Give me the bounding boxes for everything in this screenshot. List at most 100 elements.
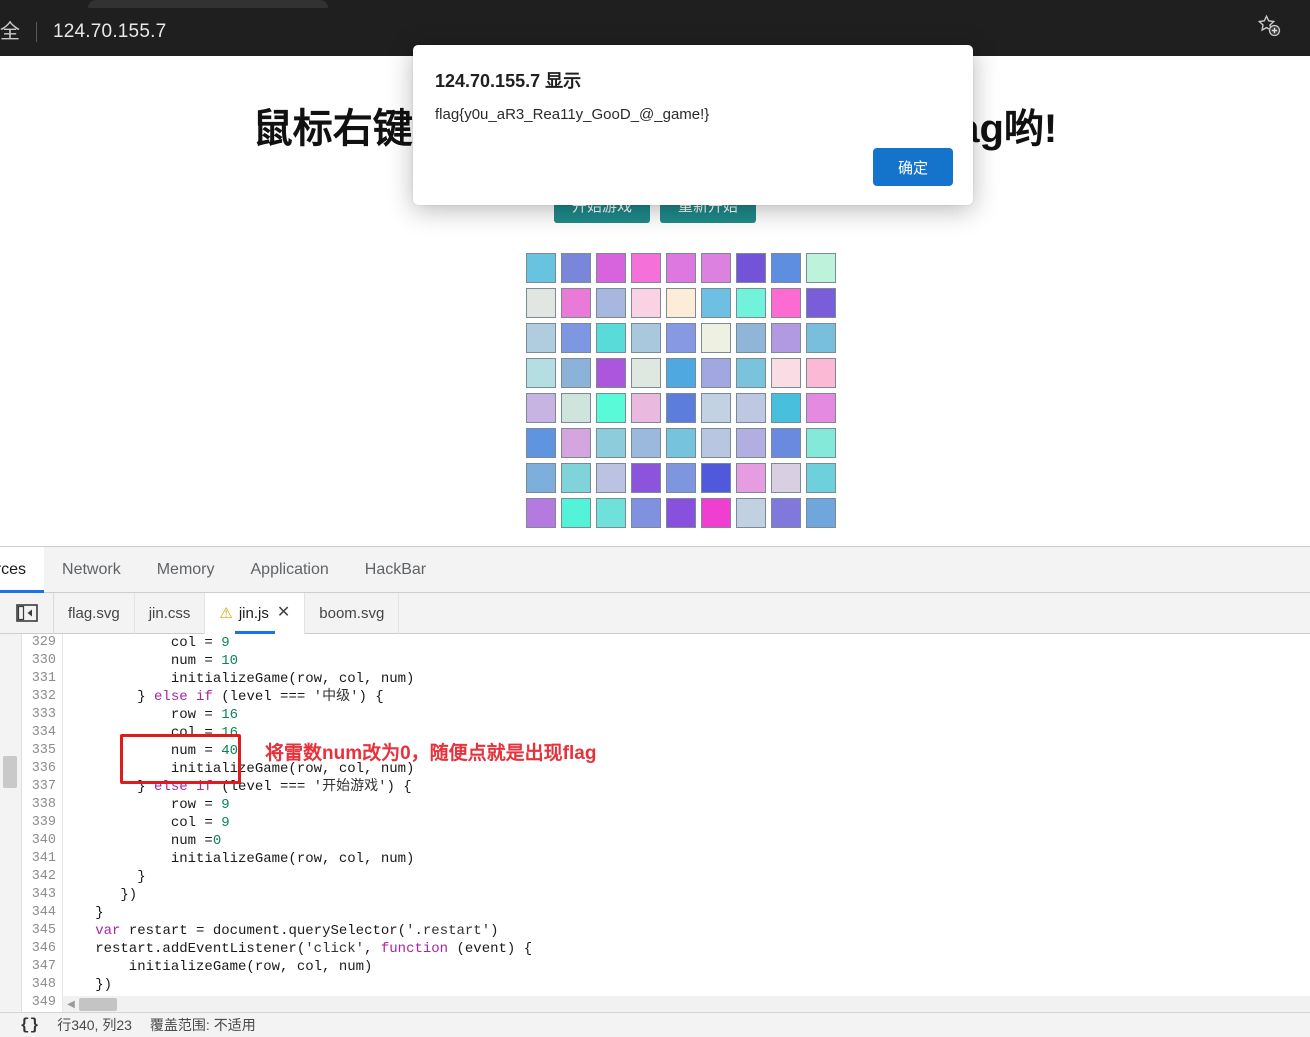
mine-cell[interactable] bbox=[736, 323, 766, 353]
mine-cell[interactable] bbox=[666, 253, 696, 283]
mine-cell[interactable] bbox=[666, 288, 696, 318]
code-line[interactable]: initializeGame(row, col, num) bbox=[70, 958, 1310, 976]
code-line[interactable]: } else if (level === '开始游戏') { bbox=[70, 778, 1310, 796]
code-line[interactable]: num = 10 bbox=[70, 652, 1310, 670]
mine-cell[interactable] bbox=[526, 498, 556, 528]
file-tab-jin-js[interactable]: ⚠ jin.js ✕ bbox=[205, 592, 306, 634]
browser-tab[interactable] bbox=[88, 0, 328, 8]
mine-cell[interactable] bbox=[701, 288, 731, 318]
code-line[interactable]: col = 16 bbox=[70, 724, 1310, 742]
mine-cell[interactable] bbox=[561, 323, 591, 353]
code-line[interactable]: num =0 bbox=[70, 832, 1310, 850]
code-line[interactable]: initializeGame(row, col, num) bbox=[70, 670, 1310, 688]
mine-cell[interactable] bbox=[631, 463, 661, 493]
mine-cell[interactable] bbox=[806, 428, 836, 458]
sidebar-toggle-icon[interactable] bbox=[0, 592, 54, 634]
mine-cell[interactable] bbox=[736, 288, 766, 318]
code-line[interactable]: initializeGame(row, col, num) bbox=[70, 760, 1310, 778]
mine-cell[interactable] bbox=[526, 358, 556, 388]
code-line[interactable]: } bbox=[70, 868, 1310, 886]
mine-cell[interactable] bbox=[526, 428, 556, 458]
code-line[interactable]: initializeGame(row, col, num) bbox=[70, 850, 1310, 868]
mine-cell[interactable] bbox=[666, 393, 696, 423]
code-line[interactable]: } else if (level === '中级') { bbox=[70, 688, 1310, 706]
code-line[interactable]: }) bbox=[70, 886, 1310, 904]
mine-cell[interactable] bbox=[771, 323, 801, 353]
mine-cell[interactable] bbox=[666, 323, 696, 353]
mine-cell[interactable] bbox=[701, 463, 731, 493]
devtools-tab-ources[interactable]: ources bbox=[0, 546, 45, 593]
mine-cell[interactable] bbox=[631, 288, 661, 318]
mine-cell[interactable] bbox=[596, 498, 626, 528]
mine-cell[interactable] bbox=[771, 288, 801, 318]
mine-cell[interactable] bbox=[806, 463, 836, 493]
mine-cell[interactable] bbox=[561, 288, 591, 318]
devtools-tab-application[interactable]: Application bbox=[233, 547, 347, 593]
dialog-ok-button[interactable]: 确定 bbox=[873, 148, 953, 186]
mine-cell[interactable] bbox=[701, 498, 731, 528]
mine-cell[interactable] bbox=[596, 393, 626, 423]
file-tab-boom-svg[interactable]: boom.svg bbox=[305, 592, 400, 634]
mine-cell[interactable] bbox=[631, 428, 661, 458]
scroll-left-arrow-icon[interactable]: ◀ bbox=[63, 996, 79, 1013]
mine-cell[interactable] bbox=[771, 253, 801, 283]
mine-cell[interactable] bbox=[736, 428, 766, 458]
mine-cell[interactable] bbox=[806, 393, 836, 423]
mine-cell[interactable] bbox=[806, 253, 836, 283]
mine-cell[interactable] bbox=[561, 463, 591, 493]
code-line[interactable]: }) bbox=[70, 976, 1310, 994]
mine-cell[interactable] bbox=[736, 253, 766, 283]
code-line[interactable]: } bbox=[70, 904, 1310, 922]
file-tab-flag-svg[interactable]: flag.svg bbox=[54, 592, 135, 634]
mine-cell[interactable] bbox=[771, 428, 801, 458]
devtools-tab-memory[interactable]: Memory bbox=[139, 547, 233, 593]
code-line[interactable]: var restart = document.querySelector('.r… bbox=[70, 922, 1310, 940]
devtools-tab-network[interactable]: Network bbox=[44, 547, 139, 593]
address-bar-url[interactable]: 124.70.155.7 bbox=[53, 21, 166, 43]
mine-cell[interactable] bbox=[561, 358, 591, 388]
mine-cell[interactable] bbox=[666, 498, 696, 528]
mine-cell[interactable] bbox=[526, 288, 556, 318]
mine-cell[interactable] bbox=[596, 253, 626, 283]
code-line[interactable]: row = 16 bbox=[70, 706, 1310, 724]
mine-cell[interactable] bbox=[596, 463, 626, 493]
mine-cell[interactable] bbox=[526, 393, 556, 423]
mine-cell[interactable] bbox=[561, 498, 591, 528]
mine-cell[interactable] bbox=[631, 498, 661, 528]
editor-vertical-scrollbar-thumb[interactable] bbox=[3, 756, 17, 788]
mine-cell[interactable] bbox=[771, 498, 801, 528]
mine-cell[interactable] bbox=[596, 323, 626, 353]
mine-cell[interactable] bbox=[701, 323, 731, 353]
code-editor[interactable]: 329 330 331 332 333 334 335 336 337 338 339 340 341 3… bbox=[0, 634, 1310, 1013]
mine-cell[interactable] bbox=[736, 358, 766, 388]
mine-cell[interactable] bbox=[701, 428, 731, 458]
mine-cell[interactable] bbox=[666, 428, 696, 458]
mine-cell[interactable] bbox=[806, 498, 836, 528]
mine-cell[interactable] bbox=[806, 358, 836, 388]
mine-cell[interactable] bbox=[771, 393, 801, 423]
mine-cell[interactable] bbox=[561, 428, 591, 458]
mine-cell[interactable] bbox=[596, 428, 626, 458]
star-plus-icon[interactable] bbox=[1254, 11, 1284, 41]
code-line[interactable]: num = 40 bbox=[70, 742, 1310, 760]
mine-cell[interactable] bbox=[806, 288, 836, 318]
security-indicator[interactable]: 全 bbox=[0, 22, 20, 42]
mine-cell[interactable] bbox=[596, 358, 626, 388]
code-content[interactable]: col = 9 num = 10 initializeGame(row, col… bbox=[70, 634, 1310, 1013]
mine-cell[interactable] bbox=[631, 393, 661, 423]
mine-cell[interactable] bbox=[806, 323, 836, 353]
mine-cell[interactable] bbox=[526, 253, 556, 283]
mine-cell[interactable] bbox=[526, 323, 556, 353]
horizontal-scrollbar-thumb[interactable] bbox=[79, 998, 117, 1011]
minesweeper-grid[interactable] bbox=[526, 253, 836, 528]
mine-cell[interactable] bbox=[631, 323, 661, 353]
code-line[interactable]: col = 9 bbox=[70, 814, 1310, 832]
mine-cell[interactable] bbox=[771, 463, 801, 493]
mine-cell[interactable] bbox=[561, 393, 591, 423]
editor-horizontal-scrollbar[interactable]: ◀ bbox=[63, 996, 1310, 1013]
mine-cell[interactable] bbox=[596, 288, 626, 318]
mine-cell[interactable] bbox=[771, 358, 801, 388]
code-line[interactable]: row = 9 bbox=[70, 796, 1310, 814]
mine-cell[interactable] bbox=[666, 463, 696, 493]
mine-cell[interactable] bbox=[701, 393, 731, 423]
